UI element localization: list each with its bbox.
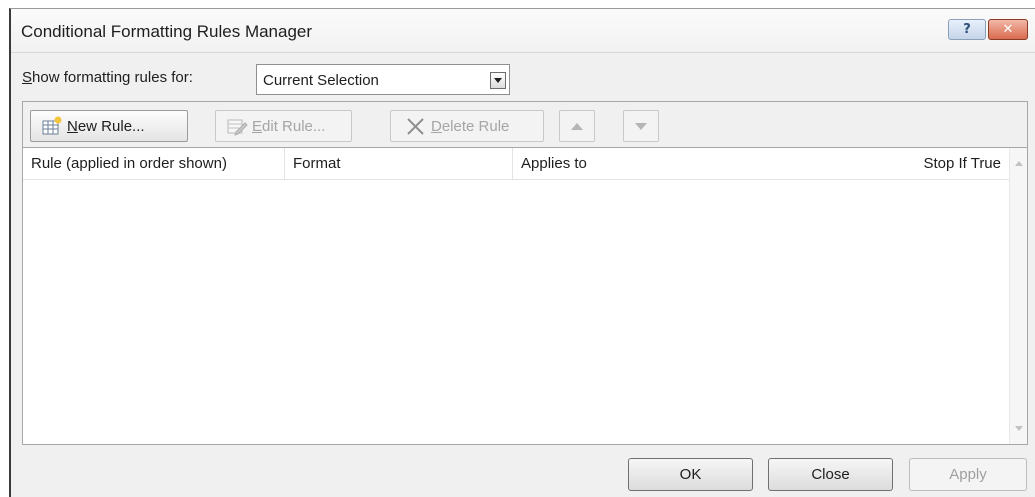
rules-list-scrollbar[interactable]	[1009, 148, 1027, 444]
scroll-up-icon[interactable]	[1015, 161, 1023, 166]
column-header-stop-if-true[interactable]: Stop If True	[883, 148, 1009, 180]
dropdown-arrow-icon[interactable]	[490, 72, 506, 89]
close-button[interactable]: Close	[768, 458, 893, 491]
move-down-icon	[635, 122, 647, 130]
new-rule-icon	[41, 116, 63, 136]
conditional-formatting-dialog: Conditional Formatting Rules Manager ? ✕…	[9, 8, 1035, 497]
edit-rule-icon	[226, 116, 248, 136]
move-up-icon	[571, 122, 583, 130]
delete-icon	[405, 116, 427, 136]
dialog-title: Conditional Formatting Rules Manager	[21, 22, 313, 41]
help-button[interactable]: ?	[948, 19, 986, 40]
selected-scope-value: Current Selection	[263, 72, 379, 89]
scroll-down-icon[interactable]	[1015, 426, 1023, 431]
window-close-button[interactable]: ✕	[988, 19, 1028, 40]
delete-rule-label: Delete Rule	[431, 117, 510, 135]
apply-button[interactable]: Apply	[909, 458, 1027, 491]
new-rule-label: New Rule...	[67, 117, 145, 135]
ok-button[interactable]: OK	[628, 458, 753, 491]
edit-rule-label: Edit Rule...	[252, 117, 326, 135]
show-rules-for-select[interactable]: Current Selection	[256, 64, 510, 95]
rules-toolbar: New Rule... Edit Rule... Delete Rule	[23, 102, 1027, 148]
edit-rule-button[interactable]: Edit Rule...	[215, 110, 352, 142]
show-rules-label: Show formatting rules for:	[22, 69, 193, 86]
close-icon: ✕	[1002, 22, 1014, 37]
title-bar: Conditional Formatting Rules Manager ? ✕	[11, 9, 1035, 53]
help-icon: ?	[963, 22, 971, 37]
rules-panel: New Rule... Edit Rule... Delete Rule Rul…	[22, 101, 1028, 445]
rules-list-header: Rule (applied in order shown) Format App…	[23, 148, 1009, 180]
column-header-format[interactable]: Format	[285, 148, 513, 180]
new-rule-button[interactable]: New Rule...	[30, 110, 188, 142]
column-header-applies-to[interactable]: Applies to	[513, 148, 883, 180]
move-up-button[interactable]	[559, 110, 595, 142]
delete-rule-button[interactable]: Delete Rule	[390, 110, 544, 142]
column-header-rule[interactable]: Rule (applied in order shown)	[23, 148, 285, 180]
rules-list[interactable]: Rule (applied in order shown) Format App…	[23, 148, 1027, 444]
move-down-button[interactable]	[623, 110, 659, 142]
